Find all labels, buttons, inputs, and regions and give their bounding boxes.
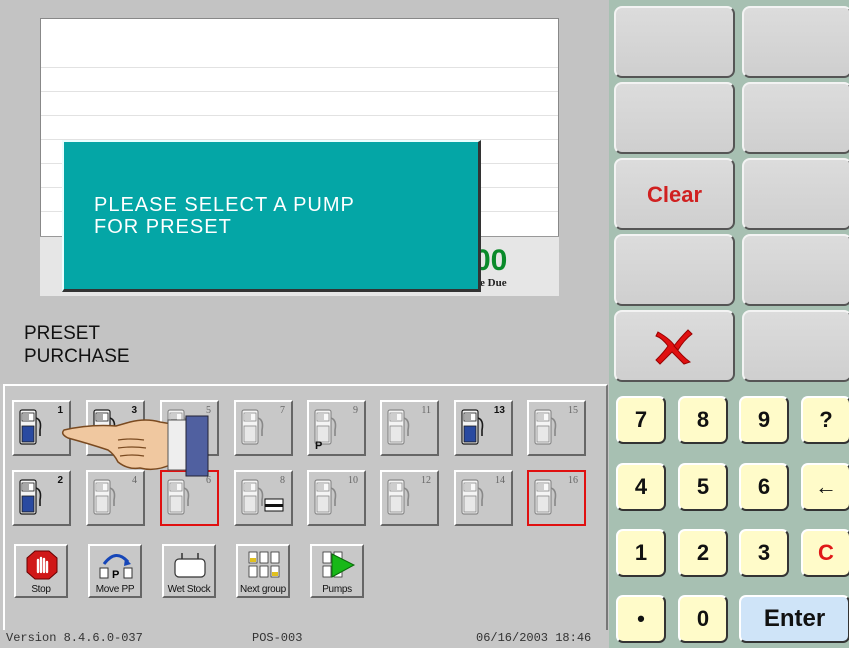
blank-button-7[interactable] <box>742 234 849 306</box>
pump-button-2[interactable]: 2 <box>12 470 71 526</box>
cancel-button[interactable] <box>614 310 735 382</box>
red-x-icon <box>655 329 693 365</box>
clear-label: Clear <box>646 182 703 207</box>
pump-button-7[interactable]: 7 <box>234 400 293 456</box>
status-bar: Version 8.4.6.0-037 POS-003 06/16/2003 1… <box>0 630 609 648</box>
fuel-pump-icon <box>167 479 190 515</box>
prepay-indicator: P <box>315 440 323 452</box>
next-group-label: Next group <box>240 584 286 595</box>
fuel-pump-icon <box>241 409 264 445</box>
clear-button[interactable]: Clear <box>614 158 735 230</box>
digit-key-7[interactable]: 7 <box>616 396 666 444</box>
pump-number: 12 <box>421 475 431 486</box>
pump-number: 10 <box>348 475 358 486</box>
pump-button-16[interactable]: 16 <box>527 470 586 526</box>
digit-key-2[interactable]: 2 <box>678 529 728 577</box>
fuel-pump-icon <box>19 479 42 515</box>
pump-group-icon <box>248 551 280 578</box>
fuel-pump-icon <box>387 409 410 445</box>
pumps-button[interactable]: Pumps <box>310 544 364 598</box>
digit-key-6[interactable]: 6 <box>739 463 789 511</box>
blank-button-5[interactable] <box>742 158 849 230</box>
pump-button-13[interactable]: 13 <box>454 400 513 456</box>
stop-label: Stop <box>31 584 51 595</box>
fuel-pump-icon <box>19 409 42 445</box>
pumps-label: Pumps <box>322 584 352 595</box>
fuel-pump-icon <box>534 409 557 445</box>
fuel-pump-icon <box>534 479 557 515</box>
svg-text:P: P <box>112 569 119 580</box>
select-pump-dialog: PLEASE SELECT A PUMP FOR PRESET <box>62 140 481 292</box>
clear-entry-key[interactable]: C <box>801 529 849 577</box>
fuel-pump-icon <box>314 479 337 515</box>
wet-stock-label: Wet Stock <box>167 584 211 595</box>
datetime-text: 06/16/2003 18:46 <box>476 631 592 645</box>
fuel-pump-icon <box>241 479 264 515</box>
stop-button[interactable]: Stop <box>14 544 68 598</box>
blank-button-1[interactable] <box>614 6 735 78</box>
digit-key-5[interactable]: 5 <box>678 463 728 511</box>
pump-number: 11 <box>421 405 431 416</box>
blank-button-2[interactable] <box>742 6 849 78</box>
stop-hand-icon <box>26 550 58 580</box>
pump-button-9[interactable]: 9P <box>307 400 366 456</box>
move-preset-icon: P <box>99 554 133 580</box>
tank-icon <box>174 553 206 578</box>
next-group-button[interactable]: Next group <box>236 544 290 598</box>
blank-button-3[interactable] <box>614 82 735 154</box>
total-due-label: e Due <box>480 277 507 289</box>
pump-button-15[interactable]: 15 <box>527 400 586 456</box>
fuel-pump-icon <box>387 479 410 515</box>
pump-number: 14 <box>495 475 505 486</box>
pump-number: 15 <box>568 405 578 416</box>
pump-button-14[interactable]: 14 <box>454 470 513 526</box>
fuel-pump-icon <box>461 409 484 445</box>
blank-button-6[interactable] <box>614 234 735 306</box>
digit-key-8[interactable]: 8 <box>678 396 728 444</box>
blank-button-8[interactable] <box>742 310 849 382</box>
move-pp-button[interactable]: P Move PP <box>88 544 142 598</box>
blank-button-4[interactable] <box>742 82 849 154</box>
enter-key[interactable]: Enter <box>739 595 849 643</box>
pump-button-4[interactable]: 4 <box>86 470 145 526</box>
decimal-key[interactable]: • <box>616 595 666 643</box>
pump-number: 13 <box>493 405 505 416</box>
version-text: Version 8.4.6.0-037 <box>6 631 143 645</box>
fuel-pump-icon <box>461 479 484 515</box>
pump-button-10[interactable]: 10 <box>307 470 366 526</box>
help-key[interactable]: ? <box>801 396 849 444</box>
backspace-key[interactable]: ← <box>801 463 849 511</box>
dialog-message: PLEASE SELECT A PUMP FOR PRESET <box>94 194 355 238</box>
pump-button-12[interactable]: 12 <box>380 470 439 526</box>
pump-number: 8 <box>280 475 285 486</box>
digit-key-3[interactable]: 3 <box>739 529 789 577</box>
terminal-id: POS-003 <box>252 631 303 645</box>
pump-button-8[interactable]: 8 <box>234 470 293 526</box>
digit-key-1[interactable]: 1 <box>616 529 666 577</box>
fuel-pump-icon <box>93 479 116 515</box>
pump-button-11[interactable]: 11 <box>380 400 439 456</box>
pump-number: 16 <box>568 475 578 486</box>
move-pp-label: Move PP <box>95 584 135 595</box>
digit-key-9[interactable]: 9 <box>739 396 789 444</box>
pumps-play-icon <box>322 551 356 578</box>
mode-label: PRESET PURCHASE <box>24 323 130 367</box>
digit-key-4[interactable]: 4 <box>616 463 666 511</box>
card-icon <box>264 498 284 512</box>
pump-button-6[interactable]: 6 <box>160 470 219 526</box>
wet-stock-button[interactable]: Wet Stock <box>162 544 216 598</box>
pointing-hand-icon <box>61 415 209 477</box>
pump-number: 9 <box>353 405 358 416</box>
digit-key-0[interactable]: 0 <box>678 595 728 643</box>
pump-number: 7 <box>280 405 285 416</box>
